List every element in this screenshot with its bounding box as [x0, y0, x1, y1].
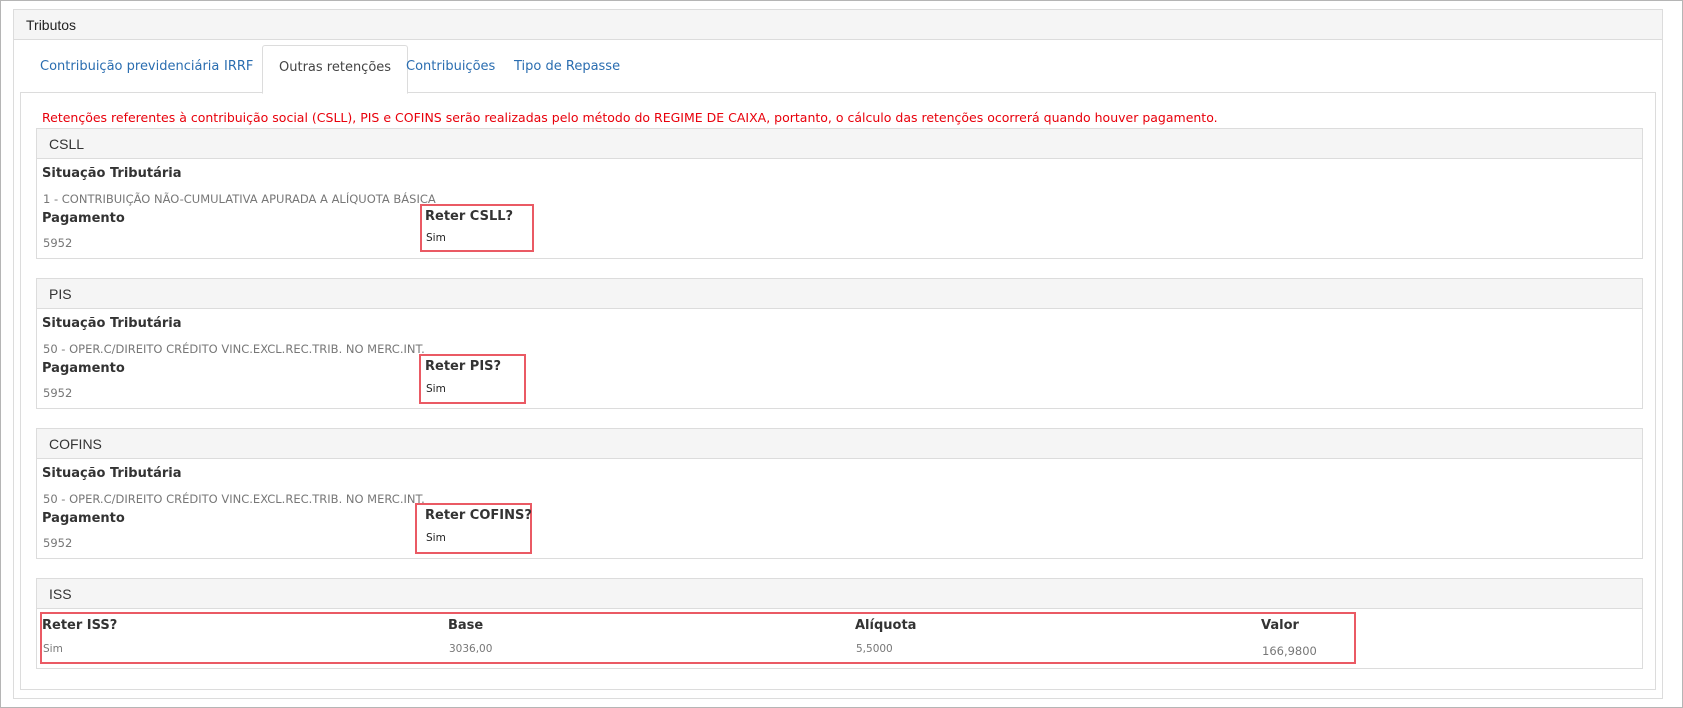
cofins-reter-label: Reter COFINS?: [425, 508, 532, 523]
tab-irrf[interactable]: IRRF: [208, 45, 269, 93]
regime-caixa-notice: Retenções referentes à contribuição soci…: [42, 110, 1218, 125]
cofins-situacao-value: 50 - OPER.C/DIREITO CRÉDITO VINC.EXCL.RE…: [43, 492, 425, 506]
tributos-panel-heading: Tributos: [14, 10, 1662, 40]
csll-pagamento-value: 5952: [43, 236, 73, 250]
iss-aliquota-label: Alíquota: [855, 618, 917, 633]
csll-reter-label: Reter CSLL?: [425, 209, 514, 224]
pis-pagamento-label: Pagamento: [42, 361, 125, 376]
csll-situacao-value: 1 - CONTRIBUIÇÃO NÃO-CUMULATIVA APURADA …: [43, 192, 436, 206]
cofins-pagamento-label: Pagamento: [42, 511, 125, 526]
tab-contribuicoes[interactable]: Contribuições: [390, 45, 511, 93]
pis-situacao-value: 50 - OPER.C/DIREITO CRÉDITO VINC.EXCL.RE…: [43, 342, 425, 356]
tributos-panel-title: Tributos: [26, 17, 77, 33]
pis-reter-label: Reter PIS?: [425, 359, 502, 374]
tributos-panel: Tributos Contribuição previdenciária IRR…: [13, 9, 1663, 699]
iss-section-title: ISS: [49, 586, 72, 602]
pis-section-heading: PIS: [37, 279, 1642, 309]
tabs-bar: Contribuição previdenciária IRRF Outras …: [20, 45, 1656, 94]
pis-situacao-label: Situação Tributária: [42, 316, 182, 331]
tab-content-outras-retencoes: Retenções referentes à contribuição soci…: [20, 93, 1656, 690]
csll-section: CSLL Situação Tributária 1 - CONTRIBUIÇÃ…: [36, 128, 1643, 259]
iss-section-heading: ISS: [37, 579, 1642, 609]
iss-reter-value: Sim: [43, 643, 63, 655]
iss-base-label: Base: [448, 618, 484, 633]
csll-section-title: CSLL: [49, 136, 85, 152]
iss-aliquota-value: 5,5000: [856, 643, 893, 655]
cofins-section: COFINS Situação Tributária 50 - OPER.C/D…: [36, 428, 1643, 559]
csll-pagamento-label: Pagamento: [42, 211, 125, 226]
cofins-reter-value: Sim: [426, 532, 446, 544]
cofins-pagamento-value: 5952: [43, 536, 73, 550]
iss-row-highlight: [40, 612, 1356, 664]
cofins-section-title: COFINS: [49, 436, 102, 452]
pis-reter-value: Sim: [426, 383, 446, 395]
pis-section: PIS Situação Tributária 50 - OPER.C/DIRE…: [36, 278, 1643, 409]
iss-base-value: 3036,00: [449, 643, 493, 655]
tab-tipo-de-repasse[interactable]: Tipo de Repasse: [498, 45, 636, 93]
cofins-section-heading: COFINS: [37, 429, 1642, 459]
csll-reter-value: Sim: [426, 232, 446, 244]
iss-section: ISS Reter ISS? Sim Base 3036,00 Alíquota…: [36, 578, 1643, 669]
iss-reter-label: Reter ISS?: [42, 618, 118, 633]
csll-situacao-label: Situação Tributária: [42, 166, 182, 181]
iss-valor-value: 166,9800: [1262, 644, 1317, 658]
pis-pagamento-value: 5952: [43, 386, 73, 400]
tab-contribuicao-previdenciaria[interactable]: Contribuição previdenciária: [24, 45, 235, 93]
csll-section-heading: CSLL: [37, 129, 1642, 159]
tab-outras-retencoes[interactable]: Outras retenções: [262, 45, 409, 94]
cofins-situacao-label: Situação Tributária: [42, 466, 182, 481]
iss-valor-label: Valor: [1261, 618, 1299, 633]
pis-section-title: PIS: [49, 286, 72, 302]
